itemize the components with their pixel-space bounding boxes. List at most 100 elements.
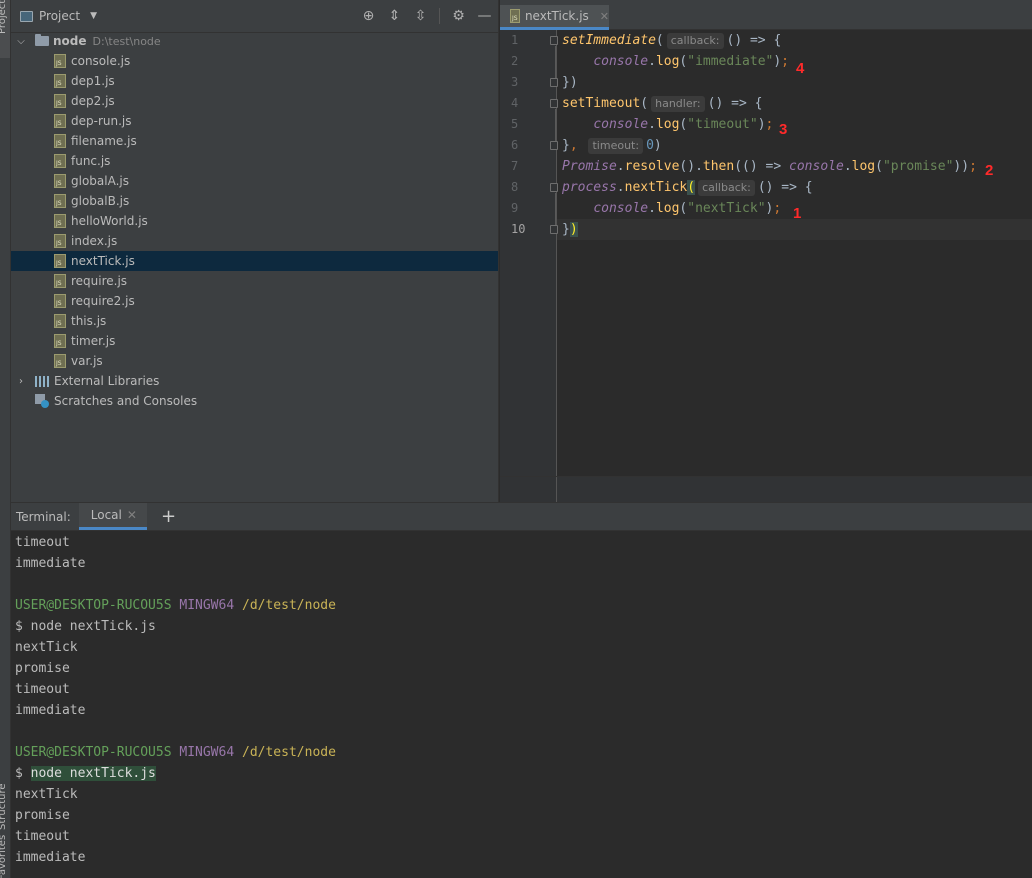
close-icon[interactable]: ✕ [600,10,609,23]
collapse-all-icon[interactable]: ⇳ [413,8,428,24]
fold-marker-icon[interactable] [550,183,558,192]
chevron-down-icon: ▼ [90,11,97,21]
fold-guide [555,46,556,78]
terminal-output[interactable]: timeout immediate USER@DESKTOP-RUCOU5S MI… [15,532,1032,878]
code-line-7: Promise.resolve().then(() => console.log… [562,156,977,177]
parameter-hint: callback: [666,33,724,49]
toolbar-divider [439,8,440,24]
project-panel: Project ▼ ⊕ ⇕ ⇳ ⚙ — ⌵ node D:\test\node … [11,0,499,502]
editor-footer [500,476,1032,503]
code-token: ; [765,117,774,132]
terminal-command: $ node nextTick.js [15,616,1032,637]
code-token: setImmediate [562,33,656,48]
project-panel-title: Project [39,9,81,23]
expand-all-icon[interactable]: ⇕ [387,8,402,24]
tree-file-item[interactable]: require.js [11,271,498,291]
tree-file-item[interactable]: var.js [11,351,498,371]
tree-file-label: globalA.js [71,174,129,188]
code-token: ) [757,117,766,132]
tree-file-item[interactable]: require2.js [11,291,498,311]
code-token: Promise [562,159,617,174]
prompt-path: /d/test/node [242,745,336,760]
line-number: 8 [511,180,519,194]
code-editor: nextTick.js ✕ 12345678910 setImmediate(c… [500,0,1032,503]
new-terminal-button[interactable]: + [147,503,190,530]
tree-scratches[interactable]: Scratches and Consoles [11,391,498,411]
tree-file-label: index.js [71,234,118,248]
tree-file-item[interactable]: func.js [11,151,498,171]
tree-file-item[interactable]: filename.js [11,131,498,151]
tree-external-libraries[interactable]: › External Libraries [11,371,498,391]
tree-file-item[interactable]: console.js [11,51,498,71]
code-token: } [562,222,570,237]
tree-file-label: require2.js [71,294,135,308]
scratches-label: Scratches and Consoles [54,394,198,408]
tree-file-label: var.js [71,354,103,368]
tree-file-item[interactable]: helloWorld.js [11,211,498,231]
terminal-prompt: USER@DESKTOP-RUCOU5S MINGW64 /d/test/nod… [15,595,1032,616]
tree-file-label: filename.js [71,134,137,148]
code-token: . [648,54,656,69]
close-icon[interactable]: ✕ [127,508,137,522]
command-text-selected: node nextTick.js [30,766,156,781]
terminal-block-output-1: nextTick promise timeout immediate [15,637,1032,742]
fold-marker-icon[interactable] [550,36,558,45]
prompt-symbol: $ [15,619,23,634]
code-token: ; [773,201,782,216]
code-token: . [616,159,625,174]
editor-tab-nexttick[interactable]: nextTick.js ✕ [500,5,609,30]
order-annotation-promise: 2 [985,162,994,179]
minimize-icon[interactable]: — [477,8,492,24]
tree-file-item[interactable]: index.js [11,231,498,251]
terminal-line: nextTick [15,640,78,655]
code-line-8: process.nextTick(callback:() => { [562,177,813,198]
line-number: 3 [511,75,519,89]
fold-marker-icon[interactable] [550,99,558,108]
favorites-tool-tab[interactable]: Favorites [0,835,10,878]
tree-file-item[interactable]: globalB.js [11,191,498,211]
code-token: . [616,180,625,195]
tree-file-item[interactable]: dep-run.js [11,111,498,131]
code-token: ) [773,54,782,69]
tree-file-item[interactable]: timer.js [11,331,498,351]
terminal-prompt: USER@DESKTOP-RUCOU5S MINGW64 /d/test/nod… [15,742,1032,763]
code-token: )) [953,159,970,174]
tree-file-item[interactable]: dep2.js [11,91,498,111]
tree-file-item[interactable]: dep1.js [11,71,498,91]
terminal-block-top: timeout immediate [15,532,1032,595]
terminal-block-output-2: nextTick promise timeout immediate [15,784,1032,868]
line-number: 4 [511,96,519,110]
code-token: . [648,117,656,132]
chevron-right-icon[interactable]: › [15,376,27,387]
tree-file-item[interactable]: this.js [11,311,498,331]
fold-marker-icon[interactable] [550,141,558,150]
code-token: log [655,54,680,69]
js-file-icon [54,234,66,248]
fold-guide [555,109,556,141]
code-token: , [569,138,578,153]
fold-marker-icon[interactable] [550,225,558,234]
terminal-line: immediate [15,850,86,865]
fold-marker-icon[interactable] [550,78,558,87]
code-token: process [562,180,617,195]
project-view-selector[interactable]: Project ▼ [20,9,97,23]
chevron-down-icon[interactable]: ⌵ [15,36,27,47]
tree-file-item[interactable]: nextTick.js [11,251,498,271]
tree-file-label: dep1.js [71,74,115,88]
js-file-icon [54,174,66,188]
scratches-icon [35,394,49,408]
terminal-panel: Terminal: Local ✕ + timeout immediate USE… [11,502,1032,878]
terminal-tab-local[interactable]: Local ✕ [78,503,147,530]
code-token: then [702,159,735,174]
gear-icon[interactable]: ⚙ [451,8,466,24]
terminal-line: nextTick [15,787,78,802]
structure-tool-tab[interactable]: Structure [0,770,10,830]
code-token: "immediate" [687,54,774,69]
project-tool-tab[interactable]: Project [0,0,10,58]
code-token: "nextTick" [687,201,766,216]
js-file-icon [54,254,66,268]
tree-file-item[interactable]: globalA.js [11,171,498,191]
locate-icon[interactable]: ⊕ [361,8,376,24]
tree-root-node[interactable]: ⌵ node D:\test\node [11,31,498,51]
code-line-6: }, timeout: 0) [562,135,662,156]
